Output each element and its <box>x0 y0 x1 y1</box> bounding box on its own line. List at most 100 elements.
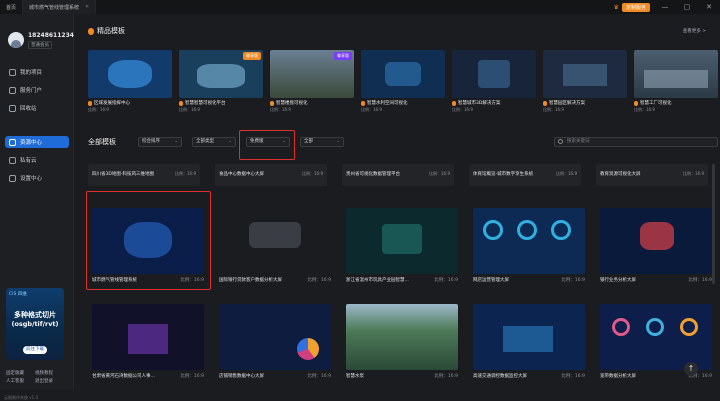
scrollbar[interactable] <box>712 164 715 284</box>
template-name: 银行业务分析大屏 <box>600 278 636 283</box>
tile-thumbnail: 尊享版 <box>270 50 354 98</box>
category-select-value: 全部 <box>304 139 313 144</box>
crown-icon: ♛ <box>613 3 619 11</box>
app-tab-label: 城市燃气管线管理系统 <box>29 4 80 11</box>
tile-thumbnail <box>361 50 445 98</box>
sidebar-item-portal[interactable]: 服务门户 <box>0 84 74 96</box>
premium-badge: 尊享版 <box>243 52 261 60</box>
premium-tile[interactable]: 尊享版智慧智慧可视化平台 比例：16:9 <box>179 50 263 120</box>
tile-ratio: 比例：16:9 <box>179 107 200 112</box>
premium-tile[interactable]: 尊享版 智慧楼盘可视化 比例：16:9 <box>270 50 354 120</box>
sidebar-item-private-cloud[interactable]: 私有云 <box>0 154 74 166</box>
template-ratio: 比例：16:9 <box>429 171 450 176</box>
template-card[interactable]: 店铺销售数据中心大屏 比例：16:9 <box>219 304 331 379</box>
home-tab-label: 首页 <box>6 4 17 11</box>
close-icon[interactable]: ✕ <box>698 3 720 11</box>
custom-service-button[interactable]: 定制服务 <box>621 2 650 12</box>
trash-icon <box>9 104 16 112</box>
template-ratio: 比例：16:9 <box>561 278 585 283</box>
cloud-icon <box>9 156 16 164</box>
sidebar-item-resources[interactable]: 资源中心 <box>5 136 69 148</box>
avatar[interactable] <box>8 32 24 48</box>
template-card[interactable]: 体育馆概览-城市数字孪生系统 比例：16:9 <box>469 164 581 186</box>
promo-download-button[interactable]: 前往下载 <box>23 346 47 354</box>
template-name: 店铺销售数据中心大屏 <box>219 374 264 379</box>
template-card[interactable]: 高速交通调控数据监控大屏 比例：16:9 <box>473 304 585 379</box>
sidebar-item-projects[interactable]: 我的项目 <box>0 66 74 78</box>
sidebar-item-trash[interactable]: 回收站 <box>0 102 74 114</box>
template-card[interactable]: 网店运营管理大屏 比例：16:9 <box>473 208 585 283</box>
template-card[interactable]: 智慧水泵 比例：16:9 <box>346 304 458 379</box>
template-card[interactable]: 教育资源可视化大屏 比例：16:9 <box>596 164 708 186</box>
promo-subtitle: (osgb/tif/rvt) <box>11 320 59 328</box>
template-row-1: 四川省3D地图-科技风三维地图 比例：16:9 食品中心数据中心大屏 比例：16:9… <box>88 164 708 194</box>
template-ratio: 比例：16:9 <box>302 171 323 176</box>
fire-icon <box>270 100 274 106</box>
premium-tile[interactable]: 区域发展指挥中心 比例：16:9 <box>88 50 172 120</box>
template-card[interactable]: 浙江省温州市玩具产业园智慧... 比例：16:9 <box>346 208 458 283</box>
view-more-link[interactable]: 查看更多 > <box>683 28 706 34</box>
search-placeholder: 搜索关键词 <box>567 139 590 144</box>
fire-icon <box>179 100 183 106</box>
sidebar: 18248611234 普通会员 我的项目 服务门户 回收站 资源中心 私有云 … <box>0 14 74 400</box>
premium-tile[interactable]: 智慧水利空间可视化 比例：16:9 <box>361 50 445 120</box>
template-ratio: 比例：16:9 <box>556 171 577 176</box>
sort-select-value: 综合排序 <box>142 139 160 144</box>
tab-home[interactable]: 首页 <box>0 0 24 14</box>
chevron-down-icon: ⌄ <box>228 139 232 144</box>
template-thumbnail <box>346 208 458 274</box>
tile-name: 智慧工厂可视化 <box>640 101 672 106</box>
template-card[interactable]: 甘肃省黄河石湾数据公司人事... 比例：16:9 <box>92 304 204 379</box>
sidebar-item-settings[interactable]: 设置中心 <box>0 172 74 184</box>
template-thumbnail <box>92 304 204 370</box>
tile-name: 区域发展指挥中心 <box>94 101 130 106</box>
template-name: 食品中心数据中心大屏 <box>219 172 264 177</box>
template-ratio: 比例：16:9 <box>307 278 331 283</box>
template-name: 四川省3D地图-科技风三维地图 <box>92 172 154 177</box>
promo-banner[interactable]: CIS 四维 多种格式切片 (osgb/tif/rvt) 前往下载 <box>6 288 64 360</box>
category-select[interactable]: 全部 ⌄ <box>300 137 344 147</box>
minimize-icon[interactable]: — <box>654 3 676 11</box>
folder-icon <box>9 68 16 76</box>
template-card[interactable]: 国际银行贷款客户数据分析大屏 比例：16:9 <box>219 208 331 283</box>
premium-tile[interactable]: 智慧城市3D解决方案 比例：16:9 <box>452 50 536 120</box>
template-thumbnail <box>473 304 585 370</box>
video-tutorial-link[interactable]: 视频教程 <box>35 370 64 378</box>
fire-icon <box>452 100 456 106</box>
sort-select[interactable]: 综合排序 ⌄ <box>138 137 182 147</box>
template-name: 国际银行贷款客户数据分析大屏 <box>219 278 282 283</box>
maximize-icon[interactable]: ▢ <box>676 3 698 11</box>
close-tab-icon[interactable]: ✕ <box>85 4 89 10</box>
template-thumbnail <box>600 208 712 274</box>
fire-icon <box>361 100 365 106</box>
type-select[interactable]: 全部类型 ⌄ <box>192 137 236 147</box>
premium-tile[interactable]: 智慧园区解决方案 比例：16:9 <box>543 50 627 120</box>
chevron-down-icon: ⌄ <box>336 139 340 144</box>
template-card[interactable]: 银行业务分析大屏 比例：16:9 <box>600 208 712 283</box>
back-to-top-button[interactable]: ↑ <box>684 362 698 376</box>
template-ratio: 比例：16:9 <box>688 278 712 283</box>
tile-name: 智慧智慧可视化平台 <box>185 101 226 106</box>
premium-tile[interactable]: 智慧工厂可视化 比例：16:9 <box>634 50 718 120</box>
template-name: 体育馆概览-城市数字孪生系统 <box>473 172 534 177</box>
template-name: 甘肃省黄河石湾数据公司人事... <box>92 374 155 379</box>
template-name: 高速交通调控数据监控大屏 <box>473 374 527 379</box>
edition-filter-highlight <box>239 130 295 160</box>
logout-link[interactable]: 退出登录 <box>35 378 64 386</box>
tile-thumbnail: 尊享版 <box>179 50 263 98</box>
type-select-value: 全部类型 <box>196 139 214 144</box>
fire-icon <box>88 27 94 35</box>
template-thumbnail <box>219 208 331 274</box>
favorites-link[interactable]: 固定收藏 <box>6 370 35 378</box>
template-card[interactable]: 贵州省可视化数据管理平台 比例：16:9 <box>342 164 454 186</box>
search-input[interactable]: 搜索关键词 <box>554 137 718 147</box>
support-link[interactable]: 人工客服 <box>6 378 35 386</box>
chevron-down-icon: ⌄ <box>174 139 178 144</box>
tile-ratio: 比例：16:9 <box>452 107 473 112</box>
tab-app[interactable]: 城市燃气管线管理系统 ✕ <box>23 0 97 14</box>
search-icon <box>558 139 563 144</box>
portal-icon <box>9 86 16 94</box>
template-card[interactable]: 食品中心数据中心大屏 比例：16:9 <box>215 164 327 186</box>
template-name: 宽带数据分析大屏 <box>600 374 636 379</box>
template-card[interactable]: 四川省3D地图-科技风三维地图 比例：16:9 <box>88 164 200 186</box>
